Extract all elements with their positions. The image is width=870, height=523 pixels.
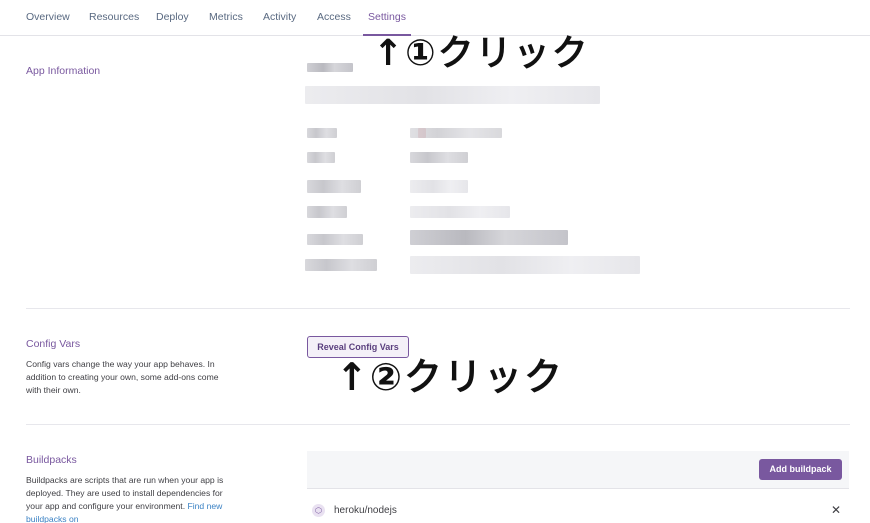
buildpack-row: ⬡ heroku/nodejs ✕ bbox=[307, 498, 849, 523]
annotation-step1: ↑①クリック bbox=[373, 33, 590, 74]
redacted-label-6 bbox=[305, 259, 377, 271]
redacted-value-1 bbox=[410, 128, 502, 138]
redacted-label-5 bbox=[307, 234, 363, 245]
config-vars-description: Config vars change the way your app beha… bbox=[26, 359, 219, 395]
buildpacks-title: Buildpacks bbox=[26, 454, 77, 466]
redacted-app-name bbox=[307, 63, 353, 72]
close-icon[interactable]: ✕ bbox=[831, 503, 841, 517]
app-information-title: App Information bbox=[26, 65, 101, 77]
add-buildpack-button[interactable]: Add buildpack bbox=[759, 459, 842, 480]
redacted-label-2 bbox=[307, 152, 335, 163]
tab-overview[interactable]: Overview bbox=[26, 11, 70, 23]
section-divider bbox=[26, 424, 850, 425]
tab-metrics[interactable]: Metrics bbox=[209, 11, 243, 23]
redacted-value-2 bbox=[410, 152, 468, 163]
tab-resources[interactable]: Resources bbox=[89, 11, 139, 23]
buildpacks-description: Buildpacks are scripts that are run when… bbox=[26, 474, 226, 523]
redacted-value-4 bbox=[410, 206, 510, 218]
redacted-value-3 bbox=[410, 180, 468, 193]
redacted-label-4 bbox=[307, 206, 347, 218]
section-divider bbox=[26, 308, 850, 309]
redacted-label-1 bbox=[307, 128, 337, 138]
tab-deploy[interactable]: Deploy bbox=[156, 11, 189, 23]
app-nav-bar: Overview Resources Deploy Metrics Activi… bbox=[0, 0, 870, 36]
tab-settings[interactable]: Settings bbox=[368, 11, 406, 23]
buildpack-name: heroku/nodejs bbox=[334, 505, 397, 516]
redacted-value-5 bbox=[410, 230, 568, 245]
redacted-app-description bbox=[305, 86, 600, 104]
redacted-value-6 bbox=[410, 256, 640, 274]
tab-activity[interactable]: Activity bbox=[263, 11, 296, 23]
annotation-step2: ↑②クリック bbox=[336, 355, 565, 399]
hexagon-icon: ⬡ bbox=[312, 504, 325, 517]
tab-access[interactable]: Access bbox=[317, 11, 351, 23]
config-vars-title: Config Vars bbox=[26, 338, 81, 350]
redacted-label-3 bbox=[307, 180, 361, 193]
